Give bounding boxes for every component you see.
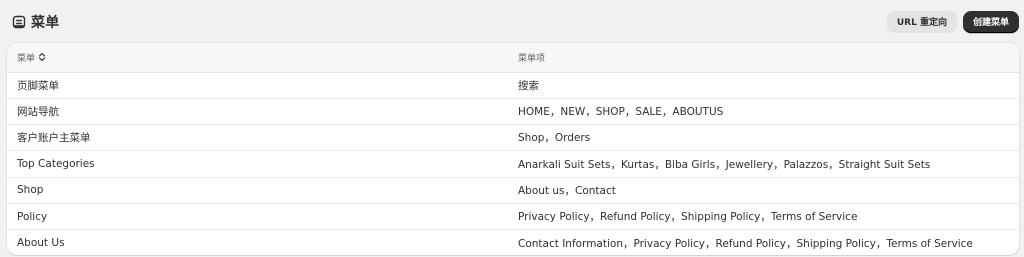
menu-name-cell[interactable]: Shop <box>7 177 508 203</box>
menu-items-cell: HOME，NEW，SHOP，SALE，ABOUTUS <box>518 105 724 118</box>
menus-page: 菜单 URL 重定向 创建菜单 菜单 菜单项 页脚菜单 搜索 网站导航 HOME… <box>0 0 1024 257</box>
table-row[interactable]: About Us Contact Information，Privacy Pol… <box>7 230 1019 255</box>
menus-card: 菜单 菜单项 页脚菜单 搜索 网站导航 HOME，NEW，SHOP，SALE，A… <box>7 43 1019 255</box>
menu-items-cell: Anarkali Suit Sets，Kurtas，Biba Girls，Jew… <box>518 158 931 171</box>
menu-name-cell[interactable]: 页脚菜单 <box>7 72 508 98</box>
column-header-menu-label: 菜单 <box>17 53 36 64</box>
menu-name-cell[interactable]: About Us <box>7 230 508 255</box>
header-actions: URL 重定向 创建菜单 <box>886 10 1019 33</box>
menu-items-cell: Contact Information，Privacy Policy，Refun… <box>518 237 973 250</box>
menu-items-cell: 搜索 <box>518 79 539 92</box>
menu-items-cell: Privacy Policy，Refund Policy，Shipping Po… <box>518 211 858 224</box>
table-row[interactable]: 页脚菜单 搜索 <box>7 72 1019 99</box>
table-row[interactable]: 网站导航 HOME，NEW，SHOP，SALE，ABOUTUS <box>7 98 1019 125</box>
column-header-menu-items: 菜单项 <box>508 43 1019 73</box>
menu-name-cell[interactable]: 客户账户主菜单 <box>7 125 508 151</box>
title-wrap: 菜单 <box>12 12 60 32</box>
table-row[interactable]: Top Categories Anarkali Suit Sets，Kurtas… <box>7 151 1019 178</box>
menu-name-cell[interactable]: Top Categories <box>7 151 508 177</box>
table-row[interactable]: Policy Privacy Policy，Refund Policy，Ship… <box>7 203 1019 230</box>
column-header-menu[interactable]: 菜单 <box>7 43 508 73</box>
table-row[interactable]: Shop About us，Contact <box>7 177 1019 204</box>
menu-name-cell[interactable]: Policy <box>7 203 508 229</box>
menu-items-cell: About us，Contact <box>518 184 616 197</box>
menu-name-cell[interactable]: 网站导航 <box>7 98 508 124</box>
create-menu-button[interactable]: 创建菜单 <box>962 10 1019 33</box>
table-row[interactable]: 客户账户主菜单 Shop，Orders <box>7 125 1019 151</box>
table-header-row: 菜单 菜单项 <box>7 43 1019 73</box>
page-header: 菜单 URL 重定向 创建菜单 <box>0 0 1024 43</box>
sort-icon[interactable] <box>38 52 46 62</box>
menus-table: 菜单 菜单项 页脚菜单 搜索 网站导航 HOME，NEW，SHOP，SALE，A… <box>7 43 1019 255</box>
url-redirect-button[interactable]: URL 重定向 <box>886 10 957 33</box>
menu-icon <box>12 15 26 29</box>
menu-items-cell: Shop，Orders <box>518 132 591 145</box>
page-title: 菜单 <box>31 14 60 31</box>
